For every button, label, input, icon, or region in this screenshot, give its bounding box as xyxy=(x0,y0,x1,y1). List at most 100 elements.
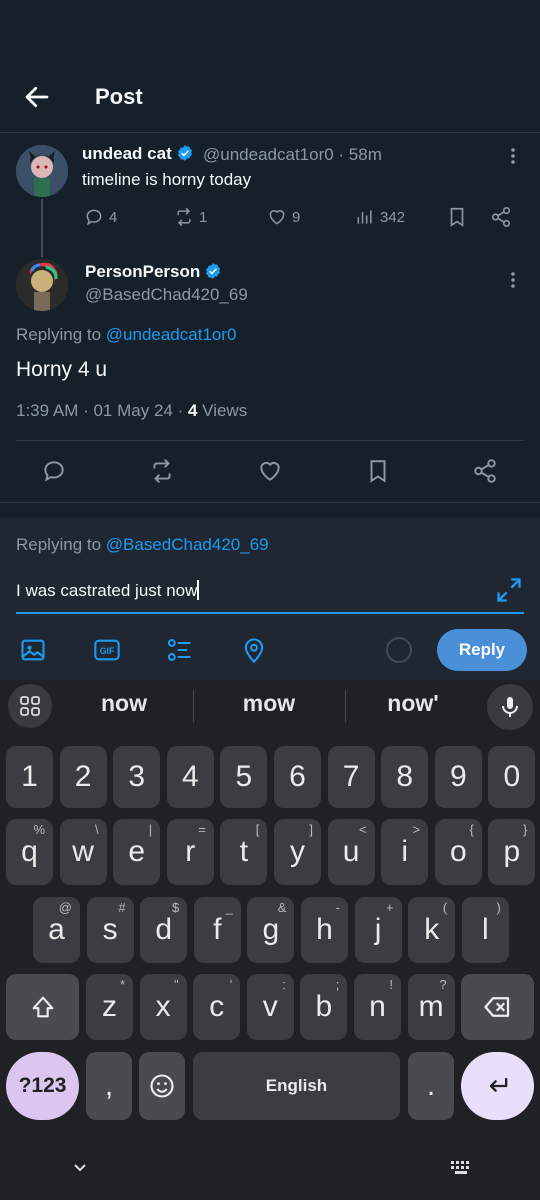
key-1[interactable]: 1 xyxy=(6,746,53,808)
key-j[interactable]: j + xyxy=(354,897,402,963)
key-alt-label: < xyxy=(359,822,367,837)
tweet-text: timeline is horny today xyxy=(82,170,252,189)
key-5[interactable]: 5 xyxy=(220,746,268,808)
key-label: 8 xyxy=(396,760,414,793)
more-options-icon[interactable] xyxy=(503,270,523,290)
comma-key[interactable]: , xyxy=(86,1052,132,1120)
repost-count[interactable]: 1 xyxy=(174,207,207,227)
image-icon[interactable] xyxy=(19,636,47,664)
key-w[interactable]: w \ xyxy=(59,819,107,885)
key-u[interactable]: u < xyxy=(327,819,375,885)
key-p[interactable]: p} xyxy=(488,819,536,885)
key-o[interactable]: o{ xyxy=(434,819,482,885)
grid-icon xyxy=(20,696,40,716)
enter-key[interactable] xyxy=(461,1052,534,1120)
key-label: r xyxy=(185,835,196,868)
key-alt-label: > xyxy=(412,822,421,837)
location-icon[interactable] xyxy=(240,636,268,664)
author-name[interactable]: undead cat xyxy=(82,144,194,164)
more-options-icon[interactable] xyxy=(503,146,523,166)
keyboard-menu-button[interactable] xyxy=(8,684,52,728)
key-a[interactable]: a @ xyxy=(33,897,80,963)
reply-button[interactable]: Reply xyxy=(437,629,527,671)
key-6[interactable]: 6 xyxy=(274,746,321,808)
share-icon[interactable] xyxy=(472,458,498,484)
reply-count[interactable]: 4 xyxy=(84,207,117,227)
key-3[interactable]: 3 xyxy=(113,746,161,808)
symbols-key[interactable]: ?123 xyxy=(6,1052,79,1120)
header-divider xyxy=(0,132,540,133)
author-handle: @BasedChad420_69 xyxy=(85,285,248,304)
key-r[interactable]: r = xyxy=(166,819,214,885)
character-count-ring xyxy=(386,637,412,663)
key-alt-label: | xyxy=(148,822,153,837)
backspace-key[interactable] xyxy=(461,974,534,1040)
hide-keyboard-icon[interactable] xyxy=(70,1158,90,1178)
period-key[interactable]: . xyxy=(408,1052,454,1120)
emoji-key[interactable] xyxy=(139,1052,185,1120)
poll-icon[interactable] xyxy=(166,636,194,664)
bookmark-icon[interactable] xyxy=(446,206,468,228)
replying-to-link[interactable]: @undeadcat1or0 xyxy=(106,325,237,344)
suggestion-3[interactable]: now' xyxy=(343,690,483,717)
heart-icon[interactable] xyxy=(257,458,283,484)
reply-input[interactable]: I was castrated just now xyxy=(16,580,200,601)
expand-icon[interactable] xyxy=(495,576,523,604)
key-s[interactable]: s # xyxy=(86,897,134,963)
key-b[interactable]: b; xyxy=(300,974,348,1040)
key-n[interactable]: n! xyxy=(354,974,401,1040)
reply-icon[interactable] xyxy=(41,458,67,484)
key-9[interactable]: 9 xyxy=(434,746,482,808)
keyboard-switch-icon[interactable] xyxy=(450,1160,472,1176)
key-h[interactable]: h- xyxy=(301,897,348,963)
author-handle-time: @undeadcat1or0 · 58m xyxy=(203,145,382,164)
key-c[interactable]: c ' xyxy=(193,974,241,1040)
author-name[interactable]: PersonPerson xyxy=(85,262,222,282)
avatar-undead-cat[interactable] xyxy=(16,145,68,197)
like-count[interactable]: 9 xyxy=(267,207,300,227)
key-q[interactable]: q% xyxy=(6,819,53,885)
key-label: 3 xyxy=(128,760,146,793)
suggestion-1[interactable]: now xyxy=(54,690,194,717)
key-m[interactable]: m? xyxy=(407,974,455,1040)
key-e[interactable]: e | xyxy=(113,819,161,885)
key-g[interactable]: g & xyxy=(247,897,295,963)
key-d[interactable]: d $ xyxy=(140,897,188,963)
key-l[interactable]: l) xyxy=(461,897,509,963)
shift-key[interactable] xyxy=(6,974,79,1040)
voice-input-button[interactable] xyxy=(487,684,533,730)
composer-replying-link[interactable]: @BasedChad420_69 xyxy=(106,535,269,554)
key-y[interactable]: y] xyxy=(274,819,321,885)
key-v[interactable]: v: xyxy=(246,974,294,1040)
key-label: w xyxy=(72,835,94,868)
key-f[interactable]: f _ xyxy=(193,897,241,963)
key-0[interactable]: 0 xyxy=(488,746,536,808)
key-7[interactable]: 7 xyxy=(327,746,375,808)
key-label: 9 xyxy=(449,760,467,793)
key-label: 2 xyxy=(74,760,92,793)
key-alt-label: & xyxy=(277,900,287,915)
avatar-personperson[interactable] xyxy=(16,259,68,311)
key-k[interactable]: k( xyxy=(408,897,456,963)
key-t[interactable]: t[ xyxy=(220,819,268,885)
key-alt-label: : xyxy=(282,977,286,992)
space-key[interactable]: English xyxy=(193,1052,400,1120)
repost-icon[interactable] xyxy=(149,458,175,484)
key-2[interactable]: 2 xyxy=(59,746,107,808)
key-z[interactable]: z * xyxy=(86,974,133,1040)
key-i[interactable]: i > xyxy=(381,819,429,885)
share-icon[interactable] xyxy=(490,206,512,228)
suggestion-2[interactable]: mow xyxy=(199,690,339,717)
view-count[interactable]: 342 xyxy=(355,207,405,227)
key-alt-label: = xyxy=(198,822,206,837)
bookmark-icon[interactable] xyxy=(365,458,391,484)
key-alt-label: + xyxy=(386,900,394,915)
key-8[interactable]: 8 xyxy=(381,746,429,808)
key-x[interactable]: x " xyxy=(139,974,187,1040)
key-4[interactable]: 4 xyxy=(166,746,214,808)
gif-icon[interactable]: GIF xyxy=(93,636,121,664)
emoji-icon xyxy=(150,1074,174,1098)
key-label: z xyxy=(102,990,117,1023)
key-label: y xyxy=(290,835,305,868)
back-arrow-icon[interactable] xyxy=(22,82,52,112)
